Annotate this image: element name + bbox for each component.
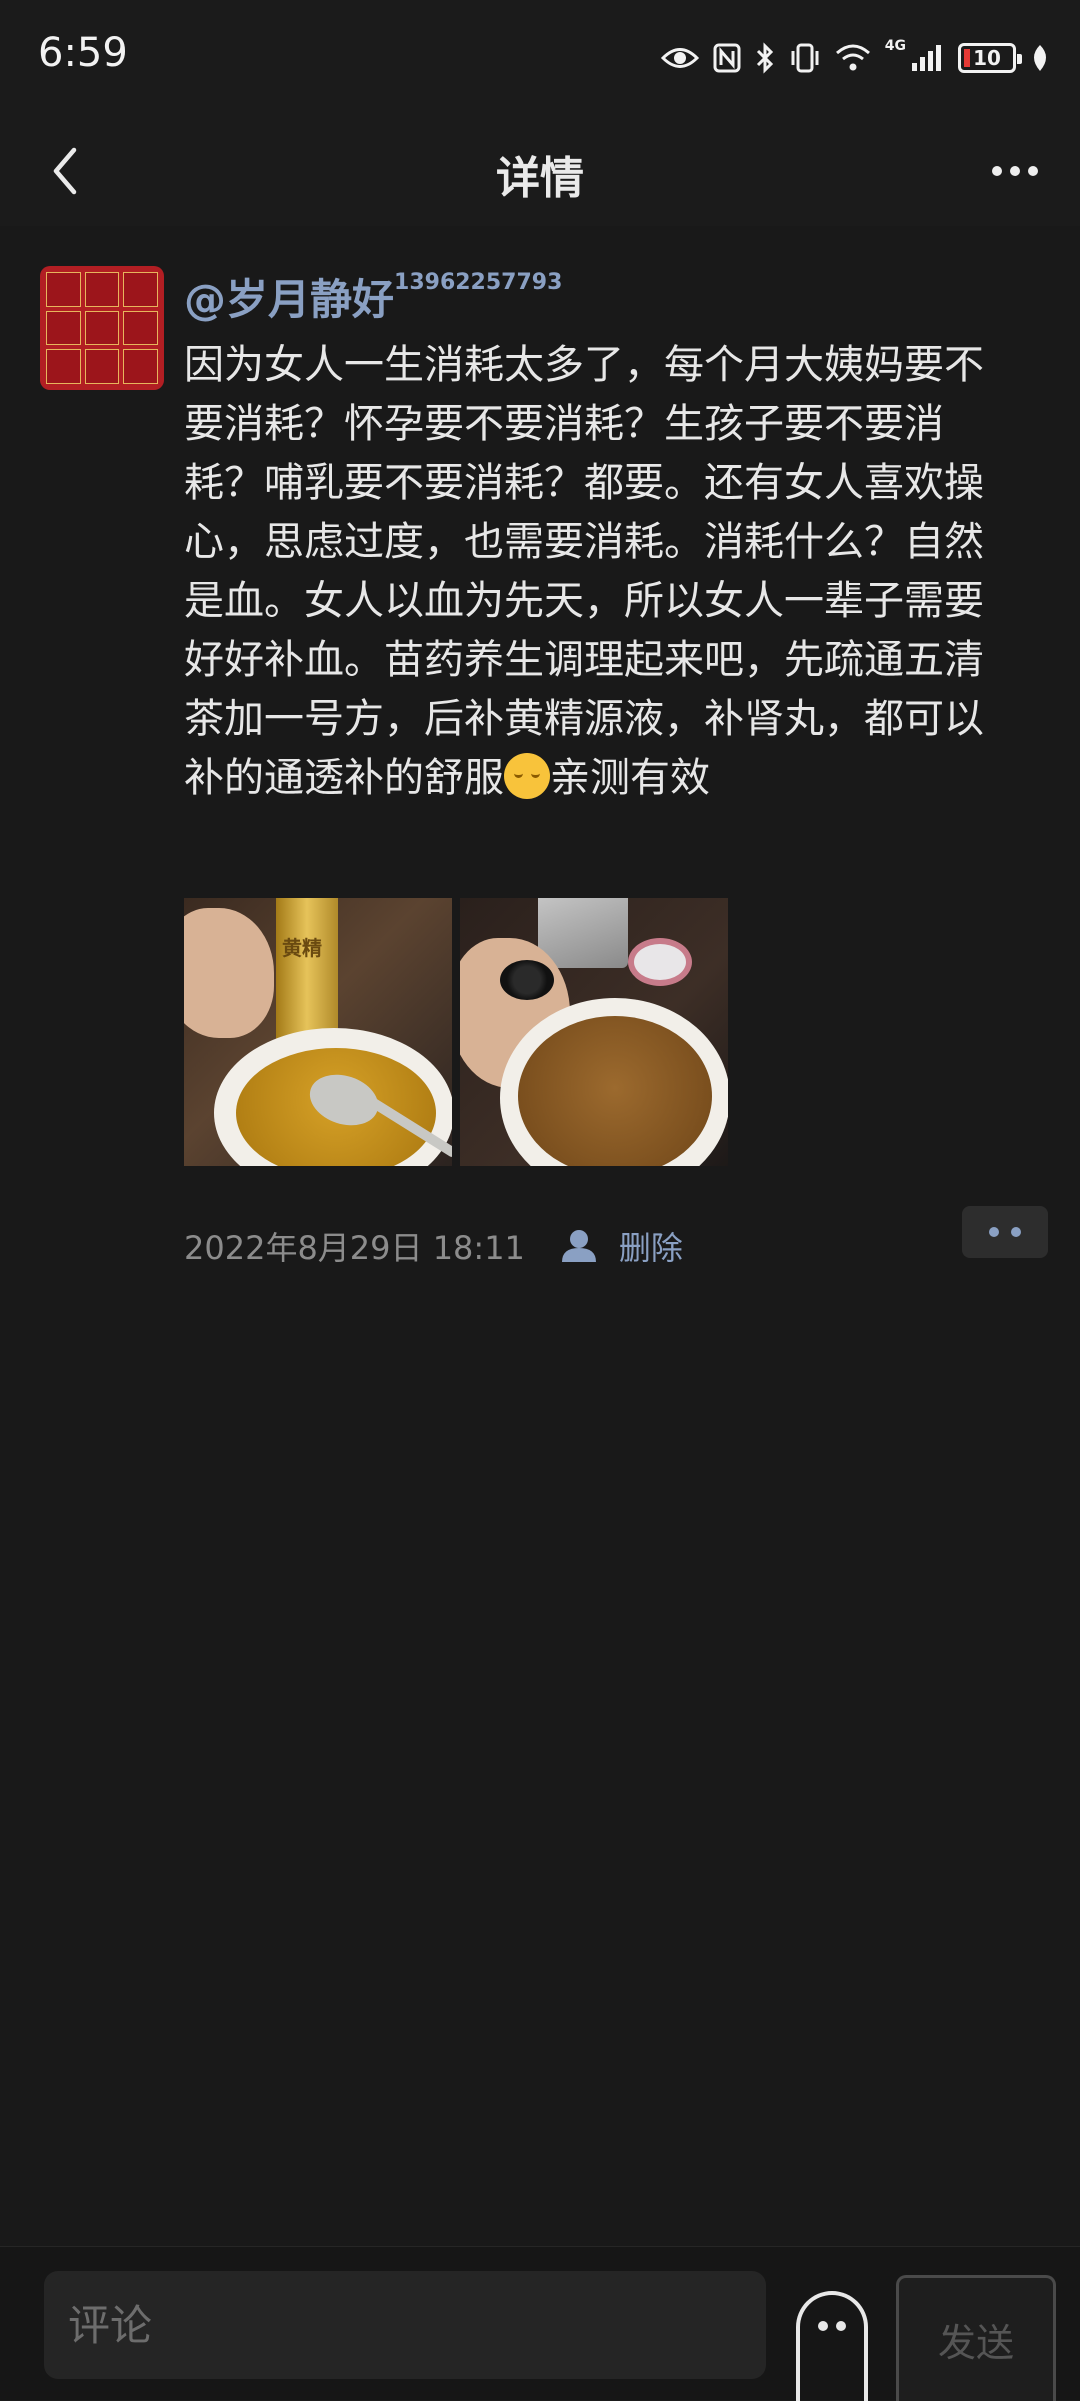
bluetooth-icon [756,42,773,74]
post-body-tail: 亲测有效 [550,755,710,801]
bag-shape [538,898,628,968]
avatar[interactable] [40,266,164,390]
comment-input[interactable] [44,2271,766,2379]
send-button[interactable]: 发送 [896,2275,1056,2401]
post-body: 因为女人一生消耗太多了，每个月大姨妈要不要消耗？怀孕要不要消耗？生孩子要不要消耗… [184,342,984,801]
post-meta: 2022年8月29日 18:11 删除 [184,1216,683,1276]
dot-icon [1011,1227,1021,1237]
nfc-icon [713,43,741,73]
post-detail: @岁月静好13962257793 因为女人一生消耗太多了，每个月大姨妈要不要消耗… [0,226,1080,2246]
avatar-pattern [46,272,158,384]
photo-grid: 黄精 [184,898,728,1166]
username-name: @岁月静好 [184,275,395,324]
page-title: 详情 [496,153,584,204]
vibrate-icon [791,43,819,73]
tea-leaves-shape [500,960,554,1000]
status-icons: 4G 10 [660,38,1050,78]
eye-icon [660,48,699,68]
delete-link[interactable]: 删除 [619,1223,683,1269]
emoji-icon[interactable] [796,2291,868,2401]
like-comment-button[interactable] [962,1206,1048,1258]
hand-shape [184,908,274,1038]
broth-shape [518,1016,712,1166]
dot-icon [989,1227,999,1237]
more-options-button[interactable] [980,136,1050,206]
status-bar: 6:59 4G 10 [0,0,1080,116]
person-icon[interactable] [555,1226,603,1266]
signal-icon [912,45,941,71]
leaf-icon [1034,45,1046,71]
dot-icon [992,166,1002,176]
username[interactable]: @岁月静好13962257793 [184,266,562,327]
status-time: 6:59 [38,30,128,76]
battery-level: 10 [973,46,1001,70]
dot-icon [1010,166,1020,176]
nav-bar: 详情 [0,116,1080,226]
post-text: 因为女人一生消耗太多了，每个月大姨妈要不要消耗？怀孕要不要消耗？生孩子要不要消耗… [184,336,1014,808]
bottle-label: 黄精 [282,936,322,960]
battery-icon: 10 [958,43,1022,73]
relieved-face-icon [504,753,550,799]
post-timestamp: 2022年8月29日 18:11 [184,1229,525,1267]
photo-thumbnail[interactable]: 黄精 [184,898,452,1166]
wifi-icon [835,44,870,71]
username-suffix: 13962257793 [394,270,563,295]
comment-bar: 发送 [0,2246,1080,2401]
photo-thumbnail[interactable] [460,898,728,1166]
dot-icon [1028,166,1038,176]
network-type: 4G [884,38,906,54]
cup-shape [628,938,692,986]
